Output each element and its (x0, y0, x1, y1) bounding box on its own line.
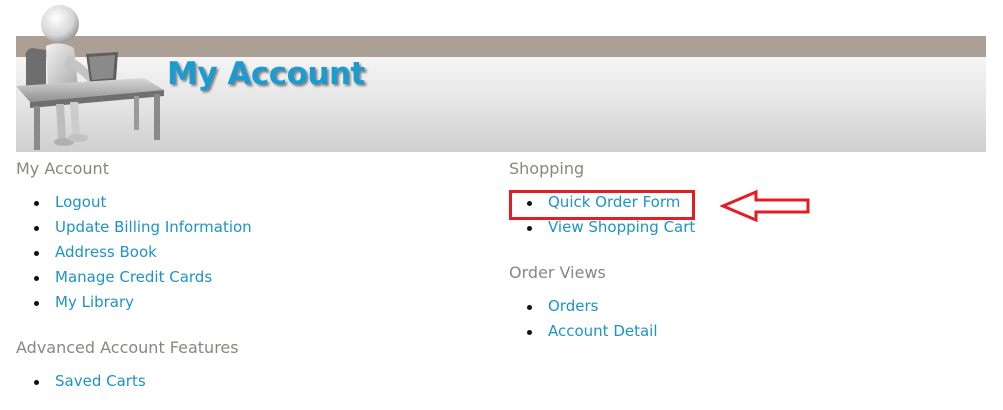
saved-carts-link[interactable]: Saved Carts (55, 369, 146, 394)
left-arrow-icon (720, 189, 810, 223)
bullet-icon (34, 226, 39, 231)
bullet-icon (34, 251, 39, 256)
order-views-heading: Order Views (509, 263, 606, 282)
bullet-icon (34, 301, 39, 306)
orders-link[interactable]: Orders (548, 294, 598, 319)
bullet-icon (34, 380, 39, 385)
bullet-icon (527, 330, 532, 335)
person-at-laptop-icon (16, 5, 164, 150)
my-account-heading: My Account (16, 159, 109, 178)
my-library-link[interactable]: My Library (55, 290, 134, 315)
page-title: My Account (167, 56, 365, 92)
bullet-icon (527, 305, 532, 310)
bullet-icon (34, 276, 39, 281)
update-billing-information-link[interactable]: Update Billing Information (55, 215, 252, 240)
highlight-box (509, 190, 695, 220)
account-detail-link[interactable]: Account Detail (548, 319, 658, 344)
bullet-icon (34, 201, 39, 206)
manage-credit-cards-link[interactable]: Manage Credit Cards (55, 265, 212, 290)
account-banner: My Account (16, 0, 986, 152)
advanced-account-features-heading: Advanced Account Features (16, 338, 239, 357)
address-book-link[interactable]: Address Book (55, 240, 157, 265)
shopping-heading: Shopping (509, 159, 585, 178)
bullet-icon (527, 226, 532, 231)
logout-link[interactable]: Logout (55, 190, 106, 215)
